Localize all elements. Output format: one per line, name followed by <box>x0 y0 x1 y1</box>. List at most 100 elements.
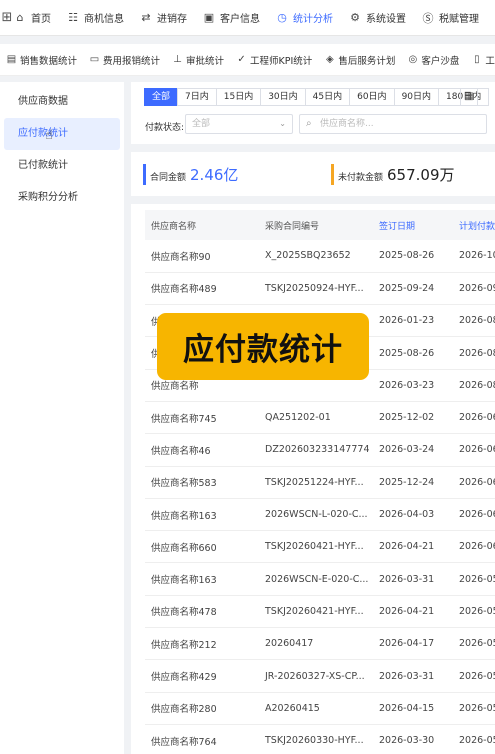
column-header[interactable]: 计划付款日 <box>453 210 495 240</box>
table-cell: 2026-05 <box>453 692 495 725</box>
date-range-button[interactable]: 15日内 <box>215 88 262 106</box>
search-placeholder: 供应商名称... <box>320 119 374 129</box>
table-cell: 2026-03-31 <box>373 562 453 596</box>
table-cell: 供应商名称280 <box>145 692 259 725</box>
nav-item-3[interactable]: ▣ 客户信息 <box>203 10 260 25</box>
subnav-item-label: 工作日志 <box>485 55 495 67</box>
date-range-button[interactable]: 全部 <box>144 88 179 106</box>
nav-item-2[interactable]: ⇄ 进销存 <box>140 10 187 25</box>
main-content: 全部 7日内 15日内 30日内 45日内 60日内 90日内 180日内 ▦ 付款状态: 全… <box>131 82 495 754</box>
column-header: 供应商名称 <box>145 210 259 240</box>
table-header-row: 供应商名称采购合同编号签订日期计划付款日 <box>145 210 495 240</box>
sidebar-item-2[interactable]: 已付款统计 <box>4 150 120 182</box>
subnav-item-0[interactable]: ▤ 销售数据统计 <box>6 53 77 67</box>
table-cell: 2026-06 <box>453 401 495 435</box>
subnav-item-6[interactable]: ▯ 工作日志 <box>471 53 495 67</box>
table-cell: 2026-06 <box>453 433 495 467</box>
subnav-item-label: 销售数据统计 <box>20 55 78 67</box>
table-cell: 2026-01-23 <box>373 304 453 338</box>
table-cell: 供应商名称163 <box>145 498 259 532</box>
gear-icon: ⚙ <box>350 11 360 24</box>
nav-item-6[interactable]: Ⓢ 税赋管理 <box>422 10 480 26</box>
tag-icon: ◈ <box>325 54 334 65</box>
mouse-cursor-icon: ☝ <box>45 128 53 143</box>
app-grid-icon[interactable]: ⊞ <box>0 0 14 35</box>
search-icon: ⌕ <box>306 118 312 129</box>
subnav-item-4[interactable]: ◈ 售后服务计划 <box>324 53 395 67</box>
supplier-search-input[interactable]: ⌕ 供应商名称... <box>299 114 487 134</box>
table-row[interactable]: 供应商名称489 TSKJ20250924-HYF... 2025-09-24 202… <box>145 272 495 306</box>
payment-status-label: 付款状态: <box>145 123 185 133</box>
unpaid-amount-label: 未付款金额 <box>338 173 384 183</box>
date-range-button[interactable]: 90日内 <box>393 88 440 106</box>
table-cell: 2025-08-26 <box>373 336 453 370</box>
table-cell: 2026-08 <box>453 336 495 370</box>
table-cell: 2026-10 <box>453 240 495 273</box>
nav-item-0[interactable]: ⌂ 首页 <box>14 10 52 25</box>
table-cell: 供应商名称660 <box>145 530 259 564</box>
table-cell: 供应商名称46 <box>145 433 259 467</box>
table-cell: QA251202-01 <box>259 401 373 435</box>
date-range-button[interactable]: 7日内 <box>177 88 217 106</box>
table-row[interactable]: 供应商名称745 QA251202-01 2025-12-02 2026-06 <box>145 401 495 435</box>
clock-icon: ◷ <box>277 11 287 24</box>
table-row[interactable]: 供应商名称163 2026WSCN-L-020-C... 2026-04-03 202… <box>145 498 495 532</box>
table-row[interactable]: 供应商名称764 TSKJ20260330-HYF... 2026-03-30 202… <box>145 724 495 754</box>
subnav-item-1[interactable]: ▭ 费用报销统计 <box>89 53 160 67</box>
table-cell: 2026-09 <box>453 272 495 306</box>
table-row[interactable]: 供应商名称660 TSKJ20260421-HYF... 2026-04-21 202… <box>145 530 495 564</box>
nav-item-label: 进销存 <box>157 14 187 25</box>
table-row[interactable]: 供应商名称583 TSKJ20251224-HYF... 2025-12-24 202… <box>145 466 495 499</box>
table-cell: JR-20260327-XS-CP... <box>259 659 373 693</box>
summary-bar: 合同金额 2.46亿 未付款金额 657.09万 <box>131 144 495 188</box>
table-cell: 2026-08 <box>453 304 495 338</box>
payment-status-select[interactable]: 全部 ⌄ <box>185 114 293 134</box>
list-icon: ☷ <box>68 11 78 24</box>
table-row[interactable]: 供应商名称90 X_2025SBQ23652 2025-08-26 2026-10 <box>145 240 495 273</box>
date-range-button[interactable]: 45日内 <box>304 88 351 106</box>
table-cell: 供应商名称489 <box>145 272 259 306</box>
table-cell: TSKJ20250924-HYF... <box>259 272 373 306</box>
table-row[interactable]: 供应商名称212 20260417 2026-04-17 2026-05 <box>145 627 495 661</box>
nav-item-5[interactable]: ⚙ 系统设置 <box>349 10 406 25</box>
contract-amount: 合同金额 2.46亿 <box>143 164 238 185</box>
top-navigation: ⊞ ⌂ 首页 ☷ 商机信息 ⇄ 进销存 ▣ 客户信息 ◷ 统计分析 ⚙ 系统设置 Ⓢ 税赋管理 <box>0 0 495 36</box>
table-cell: 2026-06 <box>453 466 495 499</box>
column-header[interactable]: 签订日期 <box>373 210 453 240</box>
table-cell: 20260417 <box>259 627 373 661</box>
table-row[interactable]: 供应商名称429 JR-20260327-XS-CP... 2026-03-31 20… <box>145 659 495 693</box>
title-overlay: 应付款统计 <box>157 313 369 380</box>
subnav-item-3[interactable]: ✓ 工程师KPI统计 <box>236 53 312 67</box>
subnav-item-2[interactable]: ⊥ 审批统计 <box>172 53 224 67</box>
table-cell: 供应商名称764 <box>145 724 259 754</box>
table-cell: 2026-05 <box>453 562 495 596</box>
sidebar-item-1[interactable]: 应付款统计 <box>4 118 120 150</box>
subnav-item-5[interactable]: ◎ 客户沙盘 <box>407 53 459 67</box>
nav-item-4[interactable]: ◷ 统计分析 <box>276 10 333 25</box>
payables-table-container: 供应商名称采购合同编号签订日期计划付款日 供应商名称90X_2025SBQ236… <box>131 196 495 754</box>
table-cell: 2026-04-21 <box>373 530 453 564</box>
table-cell: 供应商名称478 <box>145 595 259 629</box>
table-row[interactable]: 供应商名称280 A20260415 2026-04-15 2026-05 <box>145 692 495 725</box>
user-card-icon: ▣ <box>203 11 215 24</box>
table-cell: 2026WSCN-E-020-C... <box>259 562 373 596</box>
payment-status-value: 全部 <box>192 119 211 129</box>
table-cell: 2025-08-26 <box>373 240 453 273</box>
date-range-button[interactable]: 30日内 <box>260 88 306 106</box>
sidebar-item-3[interactable]: 采购积分分析 <box>4 182 120 214</box>
nav-item-1[interactable]: ☷ 商机信息 <box>67 10 124 25</box>
table-row[interactable]: 供应商名称46 DZ202603233147774 2026-03-24 2026-0… <box>145 433 495 467</box>
unpaid-amount-value: 657.09万 <box>387 166 455 184</box>
chevron-down-icon: ⌄ <box>279 119 286 128</box>
calendar-icon[interactable]: ▦ <box>460 88 478 106</box>
table-cell: 2026-05 <box>453 659 495 693</box>
table-row[interactable]: 供应商名称478 TSKJ20260421-HYF... 2026-04-21 202… <box>145 595 495 629</box>
date-range-button[interactable]: 60日内 <box>349 88 395 106</box>
table-cell: DZ202603233147774 <box>259 433 373 467</box>
table-cell: 供应商名称429 <box>145 659 259 693</box>
table-cell: 2026-06 <box>453 530 495 564</box>
table-row[interactable]: 供应商名称163 2026WSCN-E-020-C... 2026-03-31 202… <box>145 562 495 596</box>
table-cell: 2026-05 <box>453 627 495 661</box>
sidebar-item-0[interactable]: 供应商数据 <box>4 86 120 118</box>
nav-item-label: 商机信息 <box>84 14 124 25</box>
